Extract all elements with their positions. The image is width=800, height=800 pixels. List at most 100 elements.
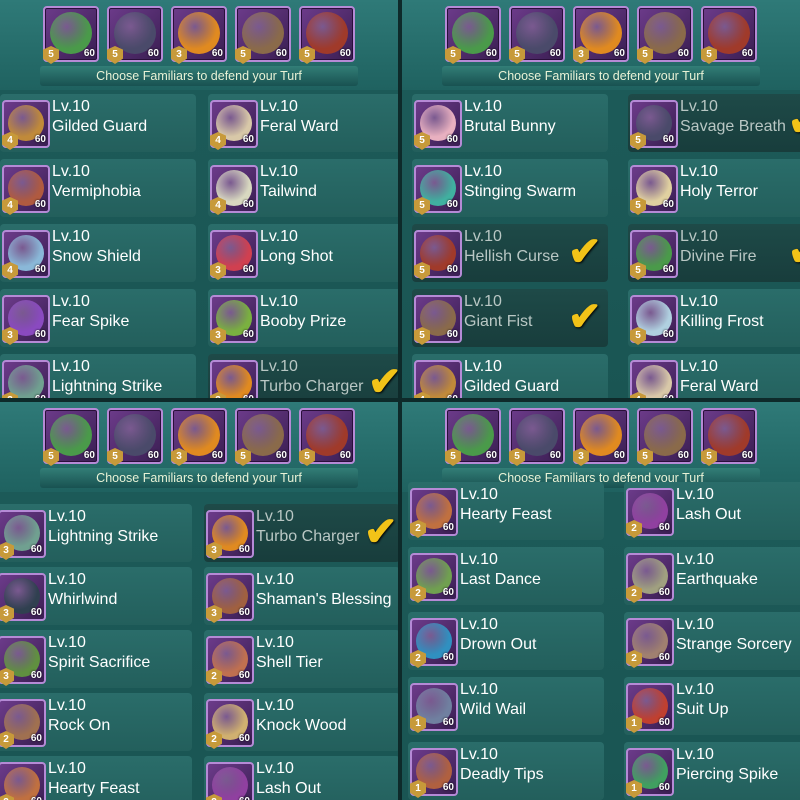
team-slot[interactable]: 5 60 [637,408,693,466]
familiar-card[interactable]: 5 60 Lv.10 Divine Fire ✔ [628,224,800,282]
skill-level: Lv.10 [460,486,498,503]
skill-name: Drown Out [460,636,537,653]
familiar-card[interactable]: 260Lv.10Hearty Feast [408,482,604,540]
familiar-card[interactable]: 360Lv.10Turbo Charger✔ [204,504,398,562]
familiar-card[interactable]: 1 60 Lv.10 Suit Up [624,677,800,735]
selected-check-icon: ✔ [568,230,602,274]
familiar-card[interactable]: 2 60 Lv.10 Earthquake [624,547,800,605]
familiar-card[interactable]: 5 60 Lv.10 Giant Fist ✔ [412,289,608,347]
familiar-level: 60 [549,48,561,59]
familiar-card[interactable]: 3 60 Lv.10 Long Shot [208,224,398,282]
skill-name: Brutal Bunny [464,118,556,135]
skill-level: Lv.10 [256,760,294,777]
team-slot[interactable]: 5 60 [637,6,693,64]
team-slot[interactable]: 5 60 [43,6,99,64]
skill-name: Spirit Sacrifice [48,654,151,671]
rank-badge: 5 [637,448,653,466]
familiar-card[interactable]: 3 60 Lv.10 Whirlwind [0,567,192,625]
familiar-card[interactable]: 2 60 Lv.10 Drown Out [408,612,604,670]
familiar-card[interactable]: 3 60 Lv.10 Shaman's Blessing [204,567,398,625]
familiar-portrait-icon: 460 [210,100,258,150]
rank-badge: 2 [206,668,222,686]
team-slot[interactable]: 5 60 [509,6,565,64]
familiar-portrait-icon: 360 [2,360,50,398]
team-slot[interactable]: 5 60 [701,6,757,64]
rank-badge: 5 [299,448,315,466]
team-slot[interactable]: 5 60 [107,6,163,64]
selected-check-icon: ✔ [364,510,398,554]
skill-name: Rock On [48,717,111,734]
familiar-card[interactable]: 3 60 Lv.10 Spirit Sacrifice [0,630,192,688]
familiar-card[interactable]: 3 60 Lv.10 Booby Prize [208,289,398,347]
familiar-card[interactable]: 460Lv.10Feral Ward [208,94,398,152]
familiar-card[interactable]: 460Lv.10Gilded Guard [412,354,608,398]
team-slot[interactable]: 5 60 [235,6,291,64]
team-slot[interactable]: 5 60 [299,6,355,64]
familiar-card[interactable]: 260Lv.10Lash Out [624,482,800,540]
familiar-card[interactable]: 2 60 Lv.10 Knock Wood [204,693,398,751]
familiar-card[interactable]: 260Lv.10Hearty Feast [0,756,192,800]
familiar-card[interactable]: 1 60 Lv.10 Piercing Spike [624,742,800,800]
skill-level: Lv.10 [256,634,294,651]
familiar-card[interactable]: 5 60 Lv.10 Savage Breath✔ [628,94,800,152]
familiar-card[interactable]: 4 60 Lv.10 Snow Shield [0,224,196,282]
skill-level: Lv.10 [52,163,90,180]
familiar-card[interactable]: 2 60 Lv.10 Last Dance [408,547,604,605]
familiar-portrait-icon: 360 [210,230,258,280]
team-slot[interactable]: 3 60 [573,6,629,64]
familiar-card[interactable]: 5 60 Lv.10 Hellish Curse ✔ [412,224,608,282]
team-slot[interactable]: 3 60 [573,408,629,466]
team-slot[interactable]: 5 60 [235,408,291,466]
familiar-level: 60 [741,450,753,461]
familiar-card[interactable]: 460Lv.10Feral Ward [628,354,800,398]
rank-badge: 3 [171,46,187,64]
selected-check-icon: ✔ [788,232,800,272]
familiar-card[interactable]: 1 60 Lv.10 Wild Wail [408,677,604,735]
rank-badge: 5 [414,197,430,215]
familiar-card[interactable]: 4 60 Lv.10 Tailwind [208,159,398,217]
team-slot[interactable]: 3 60 [171,408,227,466]
skill-name: Wild Wail [460,701,527,718]
team-slot[interactable]: 5 60 [107,408,163,466]
familiar-card[interactable]: 1 60 Lv.10 Deadly Tips [408,742,604,800]
familiar-card[interactable]: 360Lv.10Lightning Strike [0,354,196,398]
familiar-portrait-icon: 2 60 [410,618,458,668]
familiar-portrait-icon: 2 60 [626,488,674,538]
rank-badge: 5 [509,46,525,64]
familiar-portrait-icon: 2 60 [206,699,254,749]
familiar-card[interactable]: 5 60 Lv.10 Stinging Swarm [412,159,608,217]
skill-level: Lv.10 [680,163,718,180]
familiar-card[interactable]: 2 60 Lv.10 Strange Sorcery [624,612,800,670]
choose-familiars-banner: Choose Familiars to defend your Turf [40,468,358,488]
familiar-card[interactable]: 5 60 Lv.10 Killing Frost [628,289,800,347]
familiar-card[interactable]: 260Lv.10Lash Out [204,756,398,800]
team-slot[interactable]: 5 60 [701,408,757,466]
skill-name: Savage Breath [680,118,786,135]
familiar-card[interactable]: 5 60 Lv.10 Holy Terror [628,159,800,217]
familiar-card[interactable]: 4 60 Lv.10 Vermiphobia [0,159,196,217]
familiar-portrait-icon: 460 [630,360,678,398]
skill-level: Lv.10 [680,293,718,310]
familiar-card[interactable]: 5 60 Lv.10 Brutal Bunny [412,94,608,152]
familiar-card[interactable]: 460Lv.10Gilded Guard [0,94,196,152]
team-slot[interactable]: 5 60 [509,408,565,466]
familiar-card[interactable]: 3 60 Lv.10 Fear Spike [0,289,196,347]
familiar-card[interactable]: 2 60 Lv.10 Rock On [0,693,192,751]
familiar-card[interactable]: 360Lv.10Turbo Charger✔ [208,354,398,398]
familiar-portrait-icon: 460 [2,230,50,280]
team-slot[interactable]: 5 60 [43,408,99,466]
skill-name: Gilded Guard [52,118,148,135]
team-slot[interactable]: 5 60 [299,408,355,466]
familiar-level: 60 [442,652,454,663]
familiar-portrait-icon: 1 60 [410,748,458,798]
familiar-level: 60 [658,782,670,793]
team-slot[interactable]: 5 60 [445,6,501,64]
familiar-card[interactable]: 2 60 Lv.10 Shell Tier [204,630,398,688]
familiar-card[interactable]: 360Lv.10Lightning Strike [0,504,192,562]
rank-badge: 2 [410,585,426,603]
team-slot[interactable]: 3 60 [171,6,227,64]
rank-badge: 5 [107,46,123,64]
skill-level: Lv.10 [260,163,298,180]
familiar-level: 60 [677,48,689,59]
team-slot[interactable]: 5 60 [445,408,501,466]
